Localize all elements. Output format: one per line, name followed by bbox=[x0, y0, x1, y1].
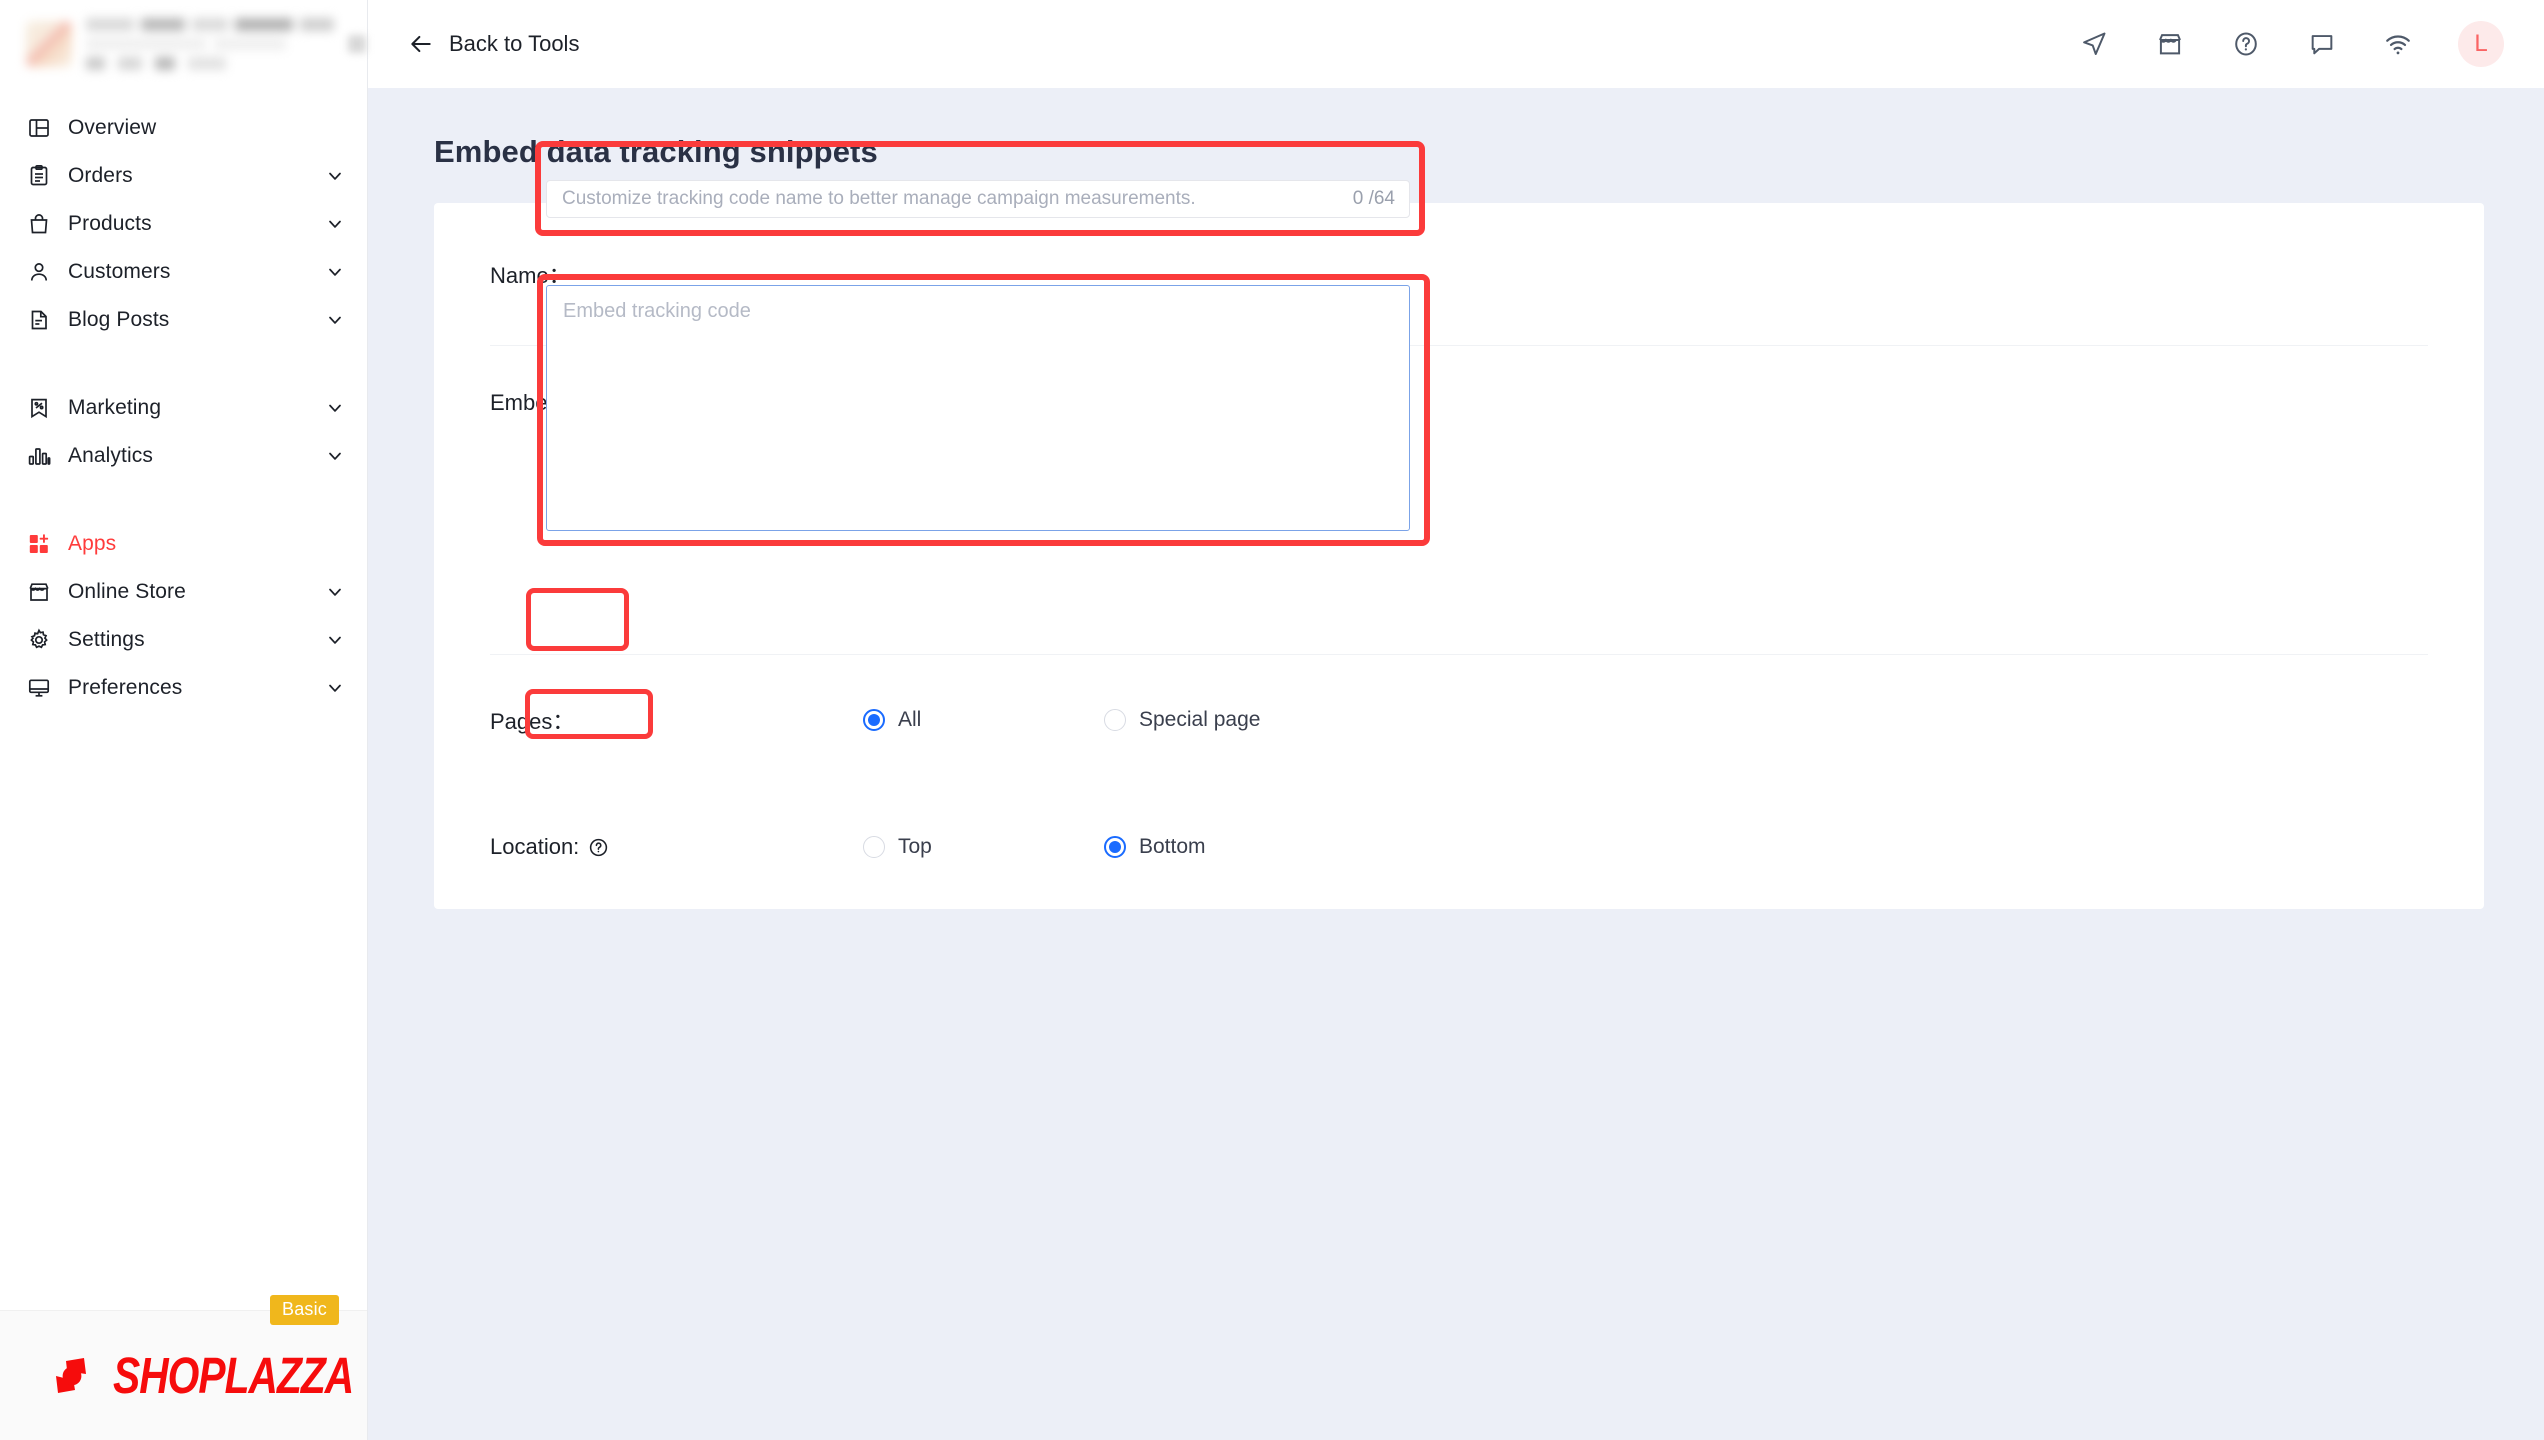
sidebar-item-marketing[interactable]: Marketing bbox=[0, 384, 367, 432]
chevron-down-icon bbox=[325, 582, 345, 602]
bar-chart-analytics-icon bbox=[26, 443, 52, 469]
sidebar-item-label: Orders bbox=[68, 164, 133, 187]
location-radio-top[interactable]: Top bbox=[863, 835, 932, 859]
nav-divider-spacer-1 bbox=[0, 356, 367, 384]
sidebar-brand-footer: Basic SHOPLAZZA bbox=[0, 1295, 367, 1440]
location-radio-bottom[interactable]: Bottom bbox=[1104, 835, 1206, 859]
back-to-tools-label: Back to Tools bbox=[449, 31, 580, 56]
layout-overview-icon bbox=[26, 115, 52, 141]
pages-radio-all[interactable]: All bbox=[863, 708, 921, 732]
topbar-icon-group: L bbox=[2072, 21, 2504, 67]
page-title: Embed data tracking snippets bbox=[434, 134, 878, 169]
sidebar-item-customers[interactable]: Customers bbox=[0, 248, 367, 296]
name-input-placeholder: Customize tracking code name to better m… bbox=[562, 188, 1196, 209]
embed-code-textarea[interactable]: Embed tracking code bbox=[546, 285, 1410, 531]
send-navigate-icon[interactable] bbox=[2072, 22, 2116, 66]
form-row-pages: Pages： All Special page bbox=[434, 655, 2484, 785]
sidebar-item-apps[interactable]: Apps bbox=[0, 520, 367, 568]
chevron-down-icon bbox=[325, 262, 345, 282]
chevron-down-icon bbox=[325, 310, 345, 330]
sidebar-item-label: Online Store bbox=[68, 580, 186, 603]
sidebar-item-label: Products bbox=[68, 212, 152, 235]
topbar: Back to Tools L bbox=[368, 0, 2544, 88]
storefront-icon bbox=[26, 579, 52, 605]
sidebar-item-preferences[interactable]: Preferences bbox=[0, 664, 367, 712]
sidebar-item-orders[interactable]: Orders bbox=[0, 152, 367, 200]
location-label: Location: bbox=[490, 834, 768, 860]
sidebar-item-settings[interactable]: Settings bbox=[0, 616, 367, 664]
grid-plus-apps-icon bbox=[26, 531, 52, 557]
radio-label: Bottom bbox=[1139, 835, 1206, 858]
store-logo-redacted bbox=[26, 21, 72, 67]
shoplazza-mark-icon bbox=[52, 1352, 100, 1400]
sidebar-item-label: Customers bbox=[68, 260, 171, 283]
store-switcher-chevron-icon bbox=[348, 35, 366, 53]
sidebar-item-online-store[interactable]: Online Store bbox=[0, 568, 367, 616]
help-circle-icon[interactable] bbox=[2224, 22, 2268, 66]
storefront-icon[interactable] bbox=[2148, 22, 2192, 66]
location-label-text: Location: bbox=[490, 834, 580, 859]
bag-products-icon bbox=[26, 211, 52, 237]
shoplazza-wordmark: SHOPLAZZA bbox=[113, 1346, 354, 1404]
back-to-tools-button[interactable]: Back to Tools bbox=[408, 31, 579, 57]
sidebar-item-label: Settings bbox=[68, 628, 145, 651]
store-name-redacted bbox=[86, 18, 334, 70]
nav-group-system: Apps Online Store Settings Preferences bbox=[0, 520, 367, 724]
sidebar-item-label: Preferences bbox=[68, 676, 183, 699]
sidebar-item-label: Analytics bbox=[68, 444, 153, 467]
radio-indicator[interactable] bbox=[1104, 709, 1126, 731]
embed-code-placeholder: Embed tracking code bbox=[563, 300, 751, 322]
sidebar-item-products[interactable]: Products bbox=[0, 200, 367, 248]
name-character-counter: 0 /64 bbox=[1352, 188, 1395, 209]
nav-group-growth: Marketing Analytics bbox=[0, 384, 367, 492]
chevron-down-icon bbox=[325, 166, 345, 186]
radio-label: Special page bbox=[1139, 708, 1261, 731]
name-input[interactable]: Customize tracking code name to better m… bbox=[546, 180, 1410, 218]
pages-radio-special-page[interactable]: Special page bbox=[1104, 708, 1260, 732]
sidebar-item-label: Marketing bbox=[68, 396, 162, 419]
chevron-down-icon bbox=[325, 214, 345, 234]
tag-marketing-icon bbox=[26, 395, 52, 421]
form-row-location: Location: Top Bottom bbox=[434, 785, 2484, 909]
radio-label: All bbox=[898, 708, 922, 731]
chevron-down-icon bbox=[325, 398, 345, 418]
nav-group-primary: Overview Orders Products Customers Blog … bbox=[0, 104, 367, 356]
sidebar-item-label: Apps bbox=[68, 532, 117, 555]
sidebar-item-blog-posts[interactable]: Blog Posts bbox=[0, 296, 367, 344]
help-circle-icon[interactable] bbox=[588, 837, 609, 858]
user-avatar[interactable]: L bbox=[2458, 21, 2504, 67]
clipboard-orders-icon bbox=[26, 163, 52, 189]
sidebar-item-label: Blog Posts bbox=[68, 308, 170, 331]
shoplazza-logo: SHOPLAZZA bbox=[52, 1346, 361, 1404]
chevron-down-icon bbox=[325, 630, 345, 650]
arrow-left-icon bbox=[408, 31, 434, 57]
wifi-icon[interactable] bbox=[2376, 22, 2420, 66]
radio-indicator[interactable] bbox=[863, 709, 885, 731]
nav-divider-spacer-2 bbox=[0, 492, 367, 520]
user-customers-icon bbox=[26, 259, 52, 285]
sidebar-item-analytics[interactable]: Analytics bbox=[0, 432, 367, 480]
gear-settings-icon bbox=[26, 627, 52, 653]
store-switcher[interactable] bbox=[0, 0, 367, 88]
radio-indicator[interactable] bbox=[863, 836, 885, 858]
chat-bubble-icon[interactable] bbox=[2300, 22, 2344, 66]
chevron-down-icon bbox=[325, 678, 345, 698]
chevron-down-icon bbox=[325, 446, 345, 466]
monitor-preferences-icon bbox=[26, 675, 52, 701]
sidebar: Overview Orders Products Customers Blog … bbox=[0, 0, 368, 1440]
pages-label: Pages： bbox=[490, 709, 575, 734]
sidebar-nav: Overview Orders Products Customers Blog … bbox=[0, 88, 367, 1310]
sidebar-item-label: Overview bbox=[68, 116, 157, 139]
sidebar-item-overview[interactable]: Overview bbox=[0, 104, 367, 152]
plan-badge: Basic bbox=[269, 1295, 339, 1325]
app-root: Overview Orders Products Customers Blog … bbox=[0, 0, 2544, 1440]
radio-indicator[interactable] bbox=[1104, 836, 1126, 858]
radio-label: Top bbox=[898, 835, 932, 858]
document-blog-icon bbox=[26, 307, 52, 333]
